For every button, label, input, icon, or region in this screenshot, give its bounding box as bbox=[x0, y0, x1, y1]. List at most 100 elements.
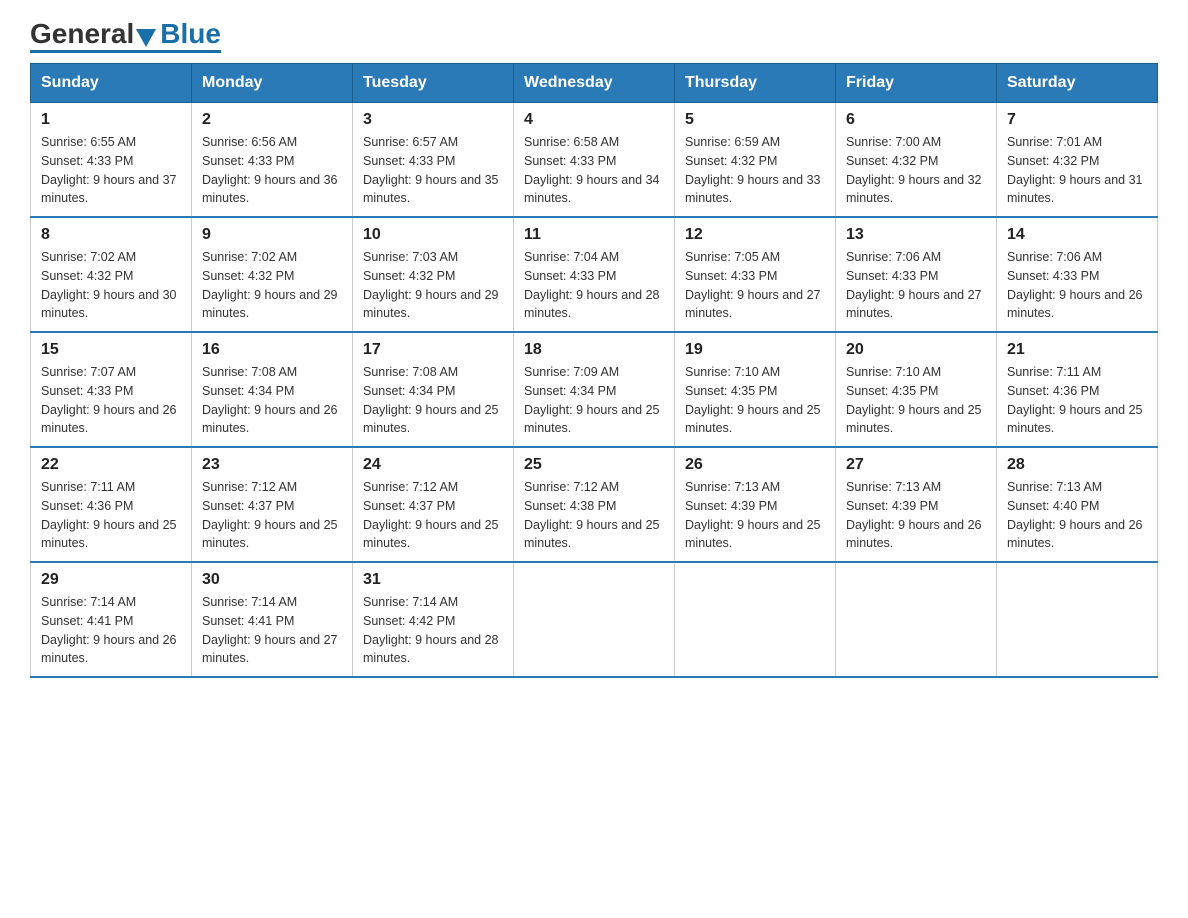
day-number: 7 bbox=[1007, 111, 1147, 129]
calendar-header-wednesday: Wednesday bbox=[514, 64, 675, 103]
calendar-cell: 12 Sunrise: 7:05 AMSunset: 4:33 PMDaylig… bbox=[675, 217, 836, 332]
day-info: Sunrise: 7:07 AMSunset: 4:33 PMDaylight:… bbox=[41, 365, 177, 435]
day-number: 2 bbox=[202, 111, 342, 129]
calendar-cell: 19 Sunrise: 7:10 AMSunset: 4:35 PMDaylig… bbox=[675, 332, 836, 447]
calendar-cell bbox=[514, 562, 675, 677]
day-number: 15 bbox=[41, 341, 181, 359]
calendar-header-sunday: Sunday bbox=[31, 64, 192, 103]
day-info: Sunrise: 7:02 AMSunset: 4:32 PMDaylight:… bbox=[41, 250, 177, 320]
day-number: 17 bbox=[363, 341, 503, 359]
day-info: Sunrise: 7:04 AMSunset: 4:33 PMDaylight:… bbox=[524, 250, 660, 320]
calendar-cell: 4 Sunrise: 6:58 AMSunset: 4:33 PMDayligh… bbox=[514, 103, 675, 218]
calendar-header-tuesday: Tuesday bbox=[353, 64, 514, 103]
calendar-cell: 10 Sunrise: 7:03 AMSunset: 4:32 PMDaylig… bbox=[353, 217, 514, 332]
day-info: Sunrise: 7:08 AMSunset: 4:34 PMDaylight:… bbox=[363, 365, 499, 435]
day-info: Sunrise: 6:55 AMSunset: 4:33 PMDaylight:… bbox=[41, 135, 177, 205]
calendar-cell: 24 Sunrise: 7:12 AMSunset: 4:37 PMDaylig… bbox=[353, 447, 514, 562]
day-info: Sunrise: 7:14 AMSunset: 4:42 PMDaylight:… bbox=[363, 595, 499, 665]
day-info: Sunrise: 7:12 AMSunset: 4:37 PMDaylight:… bbox=[363, 480, 499, 550]
calendar-header-row: SundayMondayTuesdayWednesdayThursdayFrid… bbox=[31, 64, 1158, 103]
day-info: Sunrise: 6:57 AMSunset: 4:33 PMDaylight:… bbox=[363, 135, 499, 205]
calendar-week-row: 1 Sunrise: 6:55 AMSunset: 4:33 PMDayligh… bbox=[31, 103, 1158, 218]
day-info: Sunrise: 7:12 AMSunset: 4:37 PMDaylight:… bbox=[202, 480, 338, 550]
calendar-cell: 11 Sunrise: 7:04 AMSunset: 4:33 PMDaylig… bbox=[514, 217, 675, 332]
logo: General Blue bbox=[30, 20, 221, 53]
day-info: Sunrise: 7:14 AMSunset: 4:41 PMDaylight:… bbox=[41, 595, 177, 665]
day-info: Sunrise: 7:02 AMSunset: 4:32 PMDaylight:… bbox=[202, 250, 338, 320]
day-number: 29 bbox=[41, 571, 181, 589]
day-info: Sunrise: 7:14 AMSunset: 4:41 PMDaylight:… bbox=[202, 595, 338, 665]
day-number: 5 bbox=[685, 111, 825, 129]
day-info: Sunrise: 6:56 AMSunset: 4:33 PMDaylight:… bbox=[202, 135, 338, 205]
logo-general-text: General bbox=[30, 20, 134, 48]
day-number: 18 bbox=[524, 341, 664, 359]
calendar-cell: 2 Sunrise: 6:56 AMSunset: 4:33 PMDayligh… bbox=[192, 103, 353, 218]
day-number: 16 bbox=[202, 341, 342, 359]
calendar-week-row: 22 Sunrise: 7:11 AMSunset: 4:36 PMDaylig… bbox=[31, 447, 1158, 562]
calendar-cell: 28 Sunrise: 7:13 AMSunset: 4:40 PMDaylig… bbox=[997, 447, 1158, 562]
day-info: Sunrise: 7:09 AMSunset: 4:34 PMDaylight:… bbox=[524, 365, 660, 435]
calendar-cell: 3 Sunrise: 6:57 AMSunset: 4:33 PMDayligh… bbox=[353, 103, 514, 218]
day-info: Sunrise: 7:05 AMSunset: 4:33 PMDaylight:… bbox=[685, 250, 821, 320]
logo-blue-text: Blue bbox=[160, 20, 221, 48]
day-number: 13 bbox=[846, 226, 986, 244]
calendar-cell bbox=[836, 562, 997, 677]
calendar-week-row: 29 Sunrise: 7:14 AMSunset: 4:41 PMDaylig… bbox=[31, 562, 1158, 677]
calendar-cell: 15 Sunrise: 7:07 AMSunset: 4:33 PMDaylig… bbox=[31, 332, 192, 447]
day-info: Sunrise: 7:11 AMSunset: 4:36 PMDaylight:… bbox=[1007, 365, 1143, 435]
calendar-cell: 18 Sunrise: 7:09 AMSunset: 4:34 PMDaylig… bbox=[514, 332, 675, 447]
day-number: 8 bbox=[41, 226, 181, 244]
day-number: 10 bbox=[363, 226, 503, 244]
day-number: 27 bbox=[846, 456, 986, 474]
day-number: 20 bbox=[846, 341, 986, 359]
day-info: Sunrise: 6:58 AMSunset: 4:33 PMDaylight:… bbox=[524, 135, 660, 205]
calendar-cell: 13 Sunrise: 7:06 AMSunset: 4:33 PMDaylig… bbox=[836, 217, 997, 332]
day-number: 9 bbox=[202, 226, 342, 244]
day-info: Sunrise: 7:13 AMSunset: 4:40 PMDaylight:… bbox=[1007, 480, 1143, 550]
day-info: Sunrise: 7:13 AMSunset: 4:39 PMDaylight:… bbox=[846, 480, 982, 550]
day-number: 14 bbox=[1007, 226, 1147, 244]
calendar-cell: 23 Sunrise: 7:12 AMSunset: 4:37 PMDaylig… bbox=[192, 447, 353, 562]
day-number: 11 bbox=[524, 226, 664, 244]
day-number: 6 bbox=[846, 111, 986, 129]
day-number: 24 bbox=[363, 456, 503, 474]
calendar-cell: 26 Sunrise: 7:13 AMSunset: 4:39 PMDaylig… bbox=[675, 447, 836, 562]
calendar-cell: 1 Sunrise: 6:55 AMSunset: 4:33 PMDayligh… bbox=[31, 103, 192, 218]
day-number: 12 bbox=[685, 226, 825, 244]
calendar-header-friday: Friday bbox=[836, 64, 997, 103]
calendar-week-row: 15 Sunrise: 7:07 AMSunset: 4:33 PMDaylig… bbox=[31, 332, 1158, 447]
day-info: Sunrise: 7:11 AMSunset: 4:36 PMDaylight:… bbox=[41, 480, 177, 550]
calendar-cell: 30 Sunrise: 7:14 AMSunset: 4:41 PMDaylig… bbox=[192, 562, 353, 677]
header: General Blue bbox=[30, 20, 1158, 53]
day-info: Sunrise: 7:06 AMSunset: 4:33 PMDaylight:… bbox=[1007, 250, 1143, 320]
day-info: Sunrise: 7:00 AMSunset: 4:32 PMDaylight:… bbox=[846, 135, 982, 205]
logo-underline bbox=[30, 50, 221, 53]
calendar-header-monday: Monday bbox=[192, 64, 353, 103]
calendar-cell: 5 Sunrise: 6:59 AMSunset: 4:32 PMDayligh… bbox=[675, 103, 836, 218]
calendar-cell: 14 Sunrise: 7:06 AMSunset: 4:33 PMDaylig… bbox=[997, 217, 1158, 332]
calendar-cell: 16 Sunrise: 7:08 AMSunset: 4:34 PMDaylig… bbox=[192, 332, 353, 447]
day-info: Sunrise: 7:01 AMSunset: 4:32 PMDaylight:… bbox=[1007, 135, 1143, 205]
day-info: Sunrise: 6:59 AMSunset: 4:32 PMDaylight:… bbox=[685, 135, 821, 205]
day-info: Sunrise: 7:10 AMSunset: 4:35 PMDaylight:… bbox=[685, 365, 821, 435]
day-number: 30 bbox=[202, 571, 342, 589]
day-info: Sunrise: 7:12 AMSunset: 4:38 PMDaylight:… bbox=[524, 480, 660, 550]
day-number: 23 bbox=[202, 456, 342, 474]
calendar-cell: 6 Sunrise: 7:00 AMSunset: 4:32 PMDayligh… bbox=[836, 103, 997, 218]
calendar-cell: 9 Sunrise: 7:02 AMSunset: 4:32 PMDayligh… bbox=[192, 217, 353, 332]
calendar-cell: 17 Sunrise: 7:08 AMSunset: 4:34 PMDaylig… bbox=[353, 332, 514, 447]
calendar-header-thursday: Thursday bbox=[675, 64, 836, 103]
day-info: Sunrise: 7:10 AMSunset: 4:35 PMDaylight:… bbox=[846, 365, 982, 435]
day-number: 4 bbox=[524, 111, 664, 129]
calendar-week-row: 8 Sunrise: 7:02 AMSunset: 4:32 PMDayligh… bbox=[31, 217, 1158, 332]
calendar-cell: 21 Sunrise: 7:11 AMSunset: 4:36 PMDaylig… bbox=[997, 332, 1158, 447]
calendar-cell: 29 Sunrise: 7:14 AMSunset: 4:41 PMDaylig… bbox=[31, 562, 192, 677]
calendar-cell: 7 Sunrise: 7:01 AMSunset: 4:32 PMDayligh… bbox=[997, 103, 1158, 218]
day-number: 26 bbox=[685, 456, 825, 474]
day-number: 31 bbox=[363, 571, 503, 589]
day-info: Sunrise: 7:06 AMSunset: 4:33 PMDaylight:… bbox=[846, 250, 982, 320]
day-number: 3 bbox=[363, 111, 503, 129]
day-number: 28 bbox=[1007, 456, 1147, 474]
day-number: 22 bbox=[41, 456, 181, 474]
calendar-cell: 25 Sunrise: 7:12 AMSunset: 4:38 PMDaylig… bbox=[514, 447, 675, 562]
